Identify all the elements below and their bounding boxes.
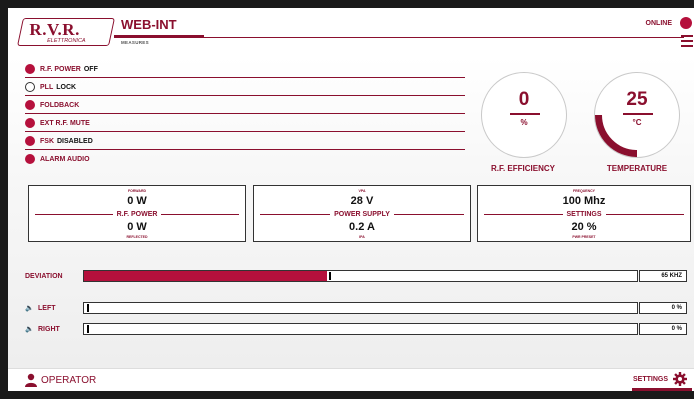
right-value: 0 % (639, 323, 687, 335)
left-value: 0 % (639, 302, 687, 314)
status-row-fsk: FSK DISABLED (25, 132, 465, 150)
app-title: WEB-INT (121, 17, 177, 32)
status-indicator (25, 136, 35, 146)
status-row-pll: PLL LOCK (25, 78, 465, 96)
right-meter (83, 323, 638, 335)
user-icon[interactable] (25, 373, 37, 387)
operator-button[interactable]: OPERATOR (41, 375, 96, 386)
rvr-logo: R.V.R. ELETTRONICA (17, 18, 115, 46)
page-subtitle: MEASURES (121, 40, 149, 45)
forward-label: FORWARD (127, 189, 147, 193)
temperature-unit: °C (632, 118, 642, 127)
status-label: EXT R.F. MUTE (40, 119, 90, 127)
deviation-fill (84, 271, 327, 281)
temperature-label: TEMPERATURE (606, 164, 668, 173)
left-label: LEFT (38, 305, 56, 312)
gauge-divider (510, 113, 540, 115)
status-value: LOCK (56, 83, 77, 91)
power-supply-box: VPA 28 V POWER SUPPLY 0.2 A IPA (253, 185, 471, 242)
app-frame: R.V.R. ELETTRONICA WEB-INT MEASURES ONLI… (8, 8, 694, 391)
efficiency-gauge-arc (481, 72, 567, 158)
left-cursor (87, 304, 89, 312)
logo-text: R.V.R. (29, 20, 80, 39)
deviation-cursor (329, 272, 331, 280)
vpa-value: 28 V (350, 195, 374, 207)
gauge-divider (623, 113, 653, 115)
status-indicator (25, 82, 35, 92)
speaker-icon: 🔈 (25, 305, 34, 312)
ipa-value: 0.2 A (349, 221, 375, 233)
ipa-label: IPA (359, 235, 365, 239)
settings-button[interactable]: SETTINGS (633, 376, 668, 383)
speaker-icon: 🔈 (25, 326, 34, 333)
efficiency-value: 0 (518, 89, 530, 110)
pwr-preset-value: 20 % (571, 221, 597, 233)
rf-power-box: FORWARD 0 W R.F. POWER 0 W REFLECTED (28, 185, 246, 242)
settings-box: FREQUENCY 100 Mhz SETTINGS 20 % PWR PRES… (477, 185, 691, 242)
temperature-gauge: 25 °C (594, 72, 680, 158)
vpa-label: VPA (358, 189, 366, 193)
box-divider: R.F. POWER (35, 211, 239, 218)
efficiency-unit: % (520, 118, 528, 127)
status-row-alarm-audio: ALARM AUDIO (25, 150, 465, 168)
status-value: OFF (83, 65, 98, 73)
reflected-value: 0 W (127, 221, 147, 233)
status-value: DISABLED (57, 137, 93, 145)
pwr-preset-label: PWR PRESET (572, 235, 596, 239)
reflected-label: REFLECTED (126, 235, 148, 239)
efficiency-label: R.F. EFFICIENCY (490, 164, 555, 173)
status-label: ALARM AUDIO (40, 155, 90, 163)
status-indicator (25, 154, 35, 164)
deviation-label: DEVIATION (25, 273, 63, 280)
status-label: R.F. POWER (40, 65, 81, 73)
deviation-meter (83, 270, 638, 282)
online-status-indicator (680, 17, 692, 29)
footer-accent-bar (632, 388, 692, 391)
header-divider (114, 37, 684, 38)
footer: OPERATOR SETTINGS (8, 368, 694, 391)
box-divider: SETTINGS (484, 211, 685, 218)
logo-subtext: ELETTRONICA (45, 38, 88, 44)
header: R.V.R. ELETTRONICA WEB-INT MEASURES ONLI… (8, 8, 694, 56)
efficiency-gauge: 0 % (481, 72, 567, 158)
status-indicator (25, 100, 35, 110)
status-row-foldback: FOLDBACK (25, 96, 465, 114)
status-list: R.F. POWER OFF PLL LOCK FOLDBACK EXT R.F… (25, 60, 465, 168)
left-meter (83, 302, 638, 314)
power-supply-title: POWER SUPPLY (334, 211, 390, 218)
measures-panel: R.F. POWER OFF PLL LOCK FOLDBACK EXT R.F… (8, 56, 694, 368)
settings-title: SETTINGS (566, 211, 602, 218)
right-label: RIGHT (38, 326, 60, 333)
status-label: FSK (40, 137, 54, 145)
status-indicator (25, 64, 35, 74)
rf-power-title: R.F. POWER (116, 211, 158, 218)
frequency-value: 100 Mhz (562, 195, 606, 207)
deviation-value: 65 KHZ (639, 270, 687, 282)
status-row-rf-power: R.F. POWER OFF (25, 60, 465, 78)
right-cursor (87, 325, 89, 333)
online-status-label: ONLINE (645, 20, 672, 27)
box-divider: POWER SUPPLY (260, 211, 465, 218)
status-label: FOLDBACK (40, 101, 80, 109)
status-label: PLL (40, 83, 54, 91)
temperature-value: 25 (626, 89, 648, 110)
hamburger-icon[interactable] (681, 35, 693, 50)
forward-value: 0 W (127, 195, 147, 207)
gear-icon[interactable] (673, 372, 687, 386)
frequency-label: FREQUENCY (573, 189, 595, 193)
temperature-gauge-arc (595, 114, 638, 157)
status-row-ext-rf-mute: EXT R.F. MUTE (25, 114, 465, 132)
status-indicator (25, 118, 35, 128)
